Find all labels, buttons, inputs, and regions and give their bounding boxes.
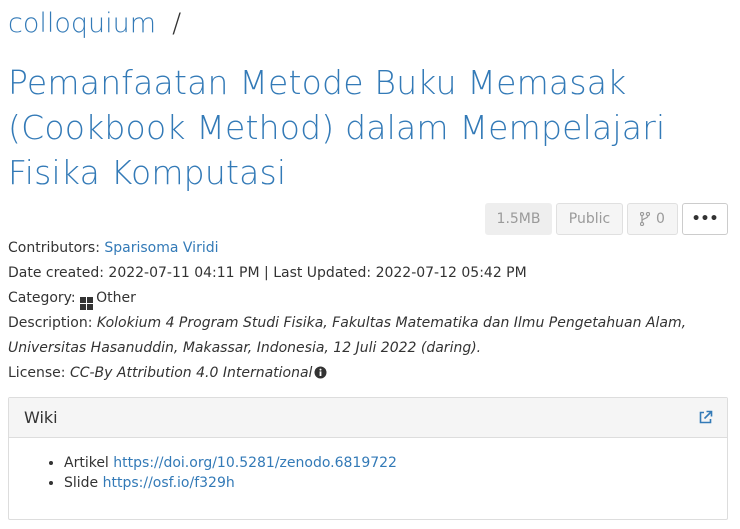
wiki-panel-header: Wiki <box>9 398 727 438</box>
list-item: Slide https://osf.io/f329h <box>64 473 712 493</box>
category-row: Category: Other <box>8 286 728 311</box>
last-updated: 2022-07-12 05:42 PM <box>375 265 527 281</box>
wiki-heading: Wiki <box>24 408 58 427</box>
size-button: 1.5MB <box>485 203 552 235</box>
breadcrumb: colloquium / <box>8 4 181 44</box>
dates-row: Date created: 2022-07-11 04:11 PM | Last… <box>8 265 527 281</box>
wiki-link[interactable]: https://osf.io/f329h <box>103 475 235 491</box>
project-toolbar: 1.5MB Public 0 ••• <box>485 203 728 235</box>
fork-button[interactable]: 0 <box>627 203 678 235</box>
external-link-icon[interactable] <box>698 410 713 425</box>
page-title: Pemanfaatan Metode Buku Memasak (Cookboo… <box>8 63 666 192</box>
list-item: Artikel https://doi.org/10.5281/zenodo.6… <box>64 453 712 473</box>
fork-icon <box>640 212 651 226</box>
more-options-button[interactable]: ••• <box>682 203 728 235</box>
breadcrumb-separator: / <box>172 8 182 39</box>
description-row: Description: Kolokium 4 Program Studi Fi… <box>8 315 687 356</box>
info-icon[interactable] <box>314 366 327 379</box>
category-value: Other <box>96 290 136 306</box>
fork-count: 0 <box>656 211 665 227</box>
contributor-link[interactable]: Sparisoma Viridi <box>104 240 218 256</box>
description-text: Kolokium 4 Program Studi Fisika, Fakulta… <box>8 315 687 356</box>
wiki-list: Artikel https://doi.org/10.5281/zenodo.6… <box>24 453 712 493</box>
wiki-link[interactable]: https://doi.org/10.5281/zenodo.6819722 <box>113 455 397 471</box>
date-created: 2022-07-11 04:11 PM <box>108 265 260 281</box>
wiki-panel-body: Artikel https://doi.org/10.5281/zenodo.6… <box>9 438 727 508</box>
contributors-row: Contributors: Sparisoma Viridi <box>8 240 219 256</box>
wiki-panel: Wiki Artikel https://doi.org/10.5281/zen… <box>8 397 728 520</box>
grid-icon <box>80 297 94 310</box>
project-metadata: Contributors: Sparisoma Viridi Date crea… <box>8 236 728 386</box>
license-row: License: CC-By Attribution 4.0 Internati… <box>8 361 728 386</box>
breadcrumb-project-link[interactable]: colloquium <box>8 8 156 39</box>
visibility-button[interactable]: Public <box>556 203 623 235</box>
date-divider: | <box>264 265 269 281</box>
license-value: CC-By Attribution 4.0 International <box>69 365 313 381</box>
